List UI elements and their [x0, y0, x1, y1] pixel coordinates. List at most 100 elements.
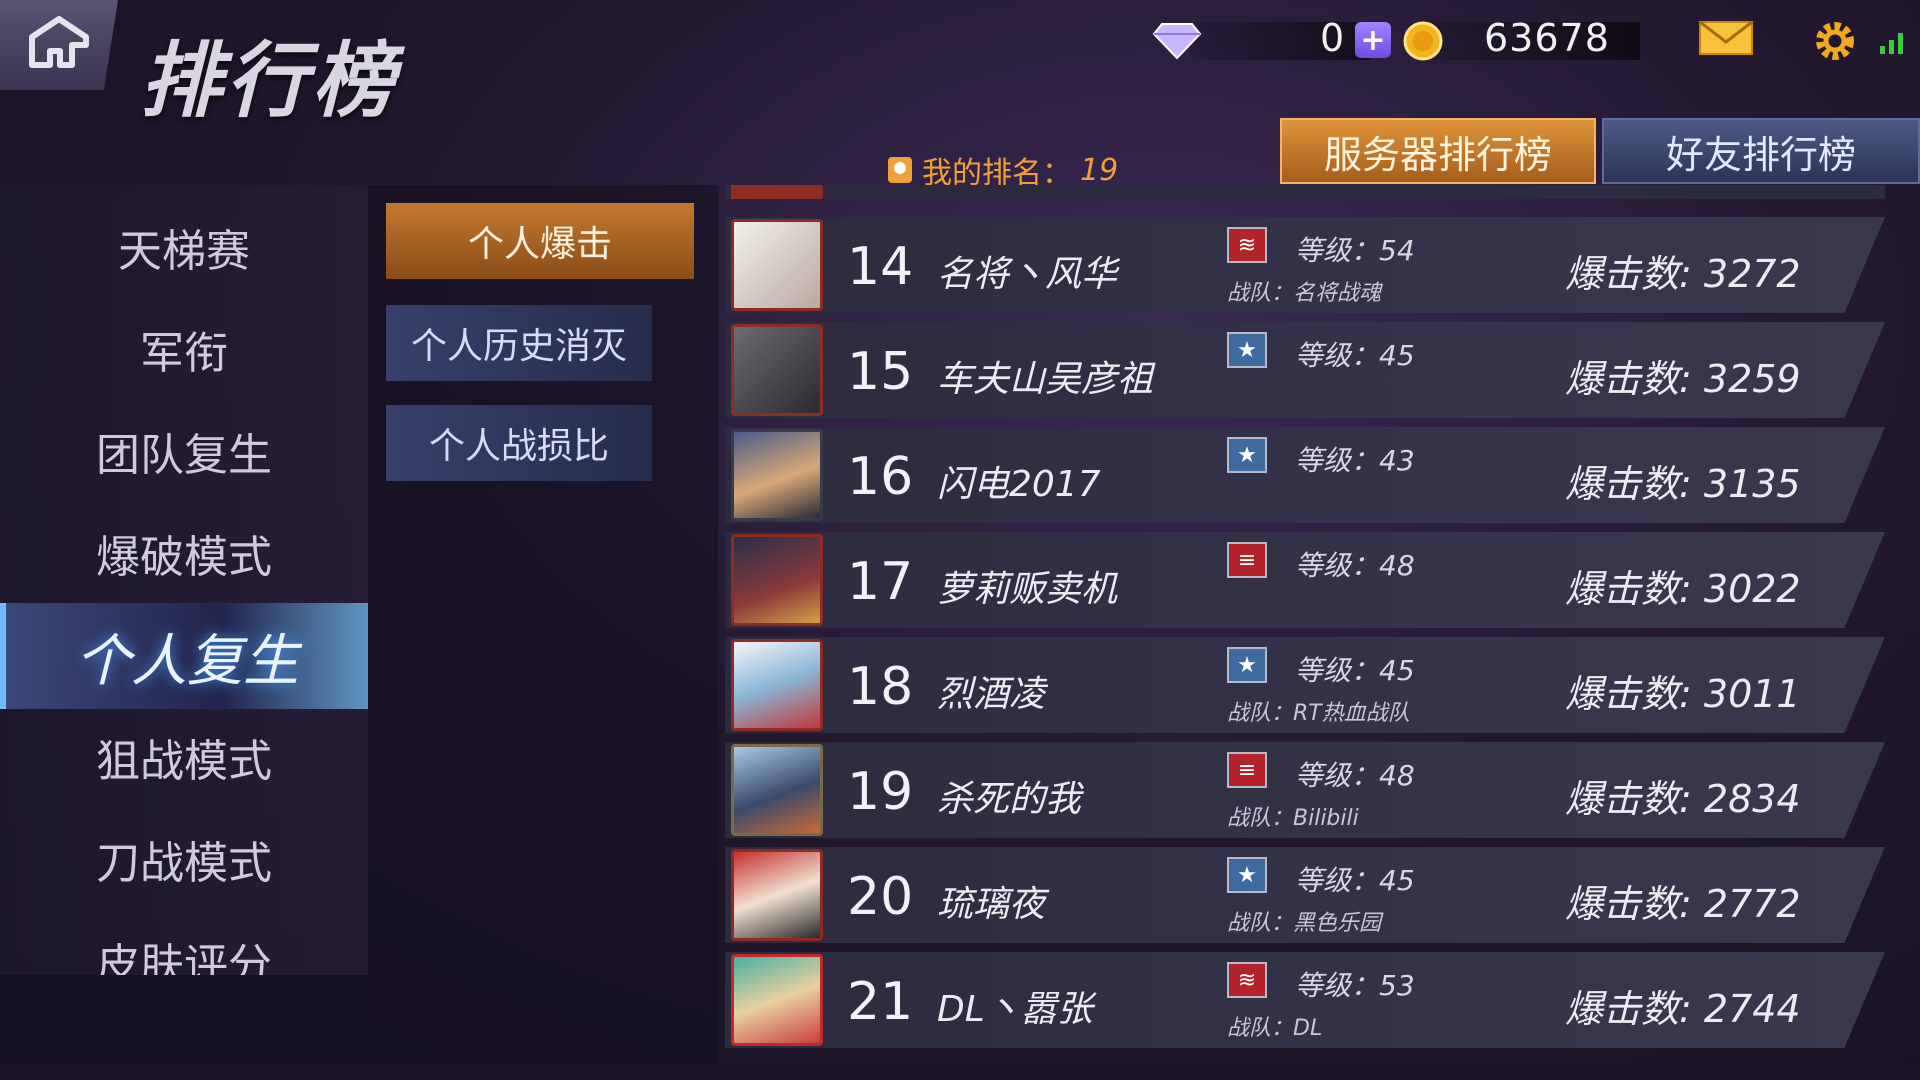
sidebar-item-demolition[interactable]: 爆破模式 — [0, 503, 368, 603]
signal-icon — [1880, 33, 1903, 54]
kill-count-label: 爆击数: — [1565, 567, 1692, 611]
add-diamond-button[interactable]: + — [1355, 22, 1391, 58]
table-row[interactable]: 16 闪电2017 ★ 等级：43 爆击数: 3135 — [725, 427, 1885, 523]
player-level: 等级：45 — [1295, 864, 1415, 897]
sidebar-item-team-respawn[interactable]: 团队复生 — [0, 401, 368, 501]
kill-count-label: 爆击数: — [1565, 777, 1692, 821]
avatar — [731, 534, 823, 626]
player-name: 烈酒凌 — [937, 674, 1046, 715]
player-name: 车夫山吴彦祖 — [937, 359, 1154, 400]
location-pin-icon — [888, 157, 912, 183]
rank-number: 14 — [847, 237, 914, 297]
avatar — [731, 429, 823, 521]
kill-count-value: 3135 — [1703, 462, 1801, 506]
player-name: 琉璃夜 — [937, 884, 1046, 925]
avatar — [731, 639, 823, 731]
rank-number: 17 — [847, 552, 914, 612]
table-row-partial — [725, 185, 1885, 199]
subtab-history-kills[interactable]: 个人历史消灭 — [386, 305, 652, 381]
kill-count-value: 3011 — [1703, 672, 1801, 716]
subtab-personal-crit[interactable]: 个人爆击 — [386, 203, 694, 279]
sidebar-item-skin-score[interactable]: 皮肤评分 — [0, 911, 368, 975]
red-bar-badge-icon: ≡ — [1227, 542, 1267, 578]
player-team: 战队：RT热血战队 — [1227, 701, 1410, 726]
player-level: 等级：48 — [1295, 759, 1415, 792]
player-level: 等级：54 — [1295, 234, 1415, 267]
table-row[interactable]: 21 DL丶嚣张 ≋ 等级：53 战队：DL 爆击数: 2744 — [725, 952, 1885, 1048]
avatar — [731, 185, 823, 199]
rank-number: 20 — [847, 867, 914, 927]
rank-number: 16 — [847, 447, 914, 507]
table-row[interactable]: 20 琉璃夜 ★ 等级：45 战队：黑色乐园 爆击数: 2772 — [725, 847, 1885, 943]
avatar — [731, 849, 823, 941]
home-icon — [29, 16, 89, 68]
kill-count-label: 爆击数: — [1565, 882, 1692, 926]
kill-count-label: 爆击数: — [1565, 252, 1692, 296]
player-name: DL丶嚣张 — [937, 989, 1093, 1030]
kill-count-label: 爆击数: — [1565, 987, 1692, 1031]
ranking-list[interactable]: 14 名将丶风华 ≋ 等级：54 战队：名将战魂 爆击数: 3272 15 车夫… — [725, 185, 1920, 1055]
avatar — [731, 744, 823, 836]
blue-star-badge-icon: ★ — [1227, 437, 1267, 473]
player-level: 等级：53 — [1295, 969, 1415, 1002]
mode-sidebar: 天梯赛 军衔 团队复生 爆破模式 个人复生 狙战模式 刀战模式 皮肤评分 — [0, 185, 368, 1080]
blue-star-badge-icon: ★ — [1227, 647, 1267, 683]
kill-count-value: 2772 — [1703, 882, 1801, 926]
gold-coin-icon — [1403, 21, 1443, 61]
kill-count-value: 3272 — [1703, 252, 1801, 296]
avatar — [731, 954, 823, 1046]
avatar — [731, 219, 823, 311]
player-name: 萝莉贩卖机 — [937, 569, 1118, 610]
diamond-amount: 0 — [1320, 16, 1345, 60]
tab-server-ranking[interactable]: 服务器排行榜 — [1280, 118, 1596, 184]
player-level: 等级：45 — [1295, 339, 1415, 372]
sidebar-item-sniper[interactable]: 狙战模式 — [0, 707, 368, 807]
sidebar-item-knife[interactable]: 刀战模式 — [0, 809, 368, 909]
gold-amount: 63678 — [1484, 16, 1610, 60]
table-row[interactable]: 14 名将丶风华 ≋ 等级：54 战队：名将战魂 爆击数: 3272 — [725, 217, 1885, 313]
page-title: 排行榜 — [140, 33, 398, 129]
kill-count-value: 3259 — [1703, 357, 1801, 401]
table-row[interactable]: 15 车夫山吴彦祖 ★ 等级：45 爆击数: 3259 — [725, 322, 1885, 418]
top-bar: 排行榜 0 + 63678 — [0, 0, 1920, 129]
home-button[interactable] — [0, 0, 118, 90]
table-row[interactable]: 18 烈酒凌 ★ 等级：45 战队：RT热血战队 爆击数: 3011 — [725, 637, 1885, 733]
kill-count: 爆击数: 3259 — [1565, 348, 1801, 403]
subtab-kd-ratio[interactable]: 个人战损比 — [386, 405, 652, 481]
kill-count-label: 爆击数: — [1565, 357, 1692, 401]
player-name: 杀死的我 — [937, 779, 1082, 820]
gear-icon[interactable] — [1812, 18, 1858, 64]
plus-icon: + — [1360, 22, 1386, 58]
kill-count: 爆击数: 3135 — [1565, 453, 1801, 508]
player-name: 名将丶风华 — [937, 254, 1118, 295]
avatar — [731, 324, 823, 416]
table-row[interactable]: 17 萝莉贩卖机 ≡ 等级：48 爆击数: 3022 — [725, 532, 1885, 628]
diamond-icon — [1152, 23, 1202, 60]
sidebar-item-rank[interactable]: 军衔 — [0, 299, 368, 399]
kill-count-value: 2744 — [1703, 987, 1801, 1031]
red-bar-badge-icon: ≡ — [1227, 752, 1267, 788]
kill-count: 爆击数: 2772 — [1565, 873, 1801, 928]
blue-star-badge-icon: ★ — [1227, 332, 1267, 368]
sidebar-item-ladder[interactable]: 天梯赛 — [0, 197, 368, 297]
mail-icon[interactable] — [1698, 18, 1754, 58]
sub-tabs: 个人爆击 个人历史消灭 个人战损比 — [368, 185, 718, 1080]
rank-number: 21 — [847, 972, 914, 1032]
player-level: 等级：45 — [1295, 654, 1415, 687]
player-level: 等级：43 — [1295, 444, 1415, 477]
player-team: 战队：DL — [1227, 1016, 1323, 1041]
table-row[interactable]: 19 杀死的我 ≡ 等级：48 战队：Bilibili 爆击数: 2834 — [725, 742, 1885, 838]
kill-count: 爆击数: 2744 — [1565, 978, 1801, 1033]
player-team: 战队：Bilibili — [1227, 806, 1359, 831]
bottom-edge — [0, 1065, 1920, 1080]
my-rank-value: 19 — [1080, 152, 1119, 188]
kill-count: 爆击数: 3011 — [1565, 663, 1801, 718]
rank-number: 15 — [847, 342, 914, 402]
sidebar-item-solo-respawn[interactable]: 个人复生 — [0, 603, 368, 709]
kill-count: 爆击数: 3022 — [1565, 558, 1801, 613]
red-chevron-badge-icon: ≋ — [1227, 227, 1267, 263]
kill-count-value: 2834 — [1703, 777, 1801, 821]
kill-count: 爆击数: 3272 — [1565, 243, 1801, 298]
tab-friends-ranking[interactable]: 好友排行榜 — [1602, 118, 1920, 184]
blue-star-badge-icon: ★ — [1227, 857, 1267, 893]
